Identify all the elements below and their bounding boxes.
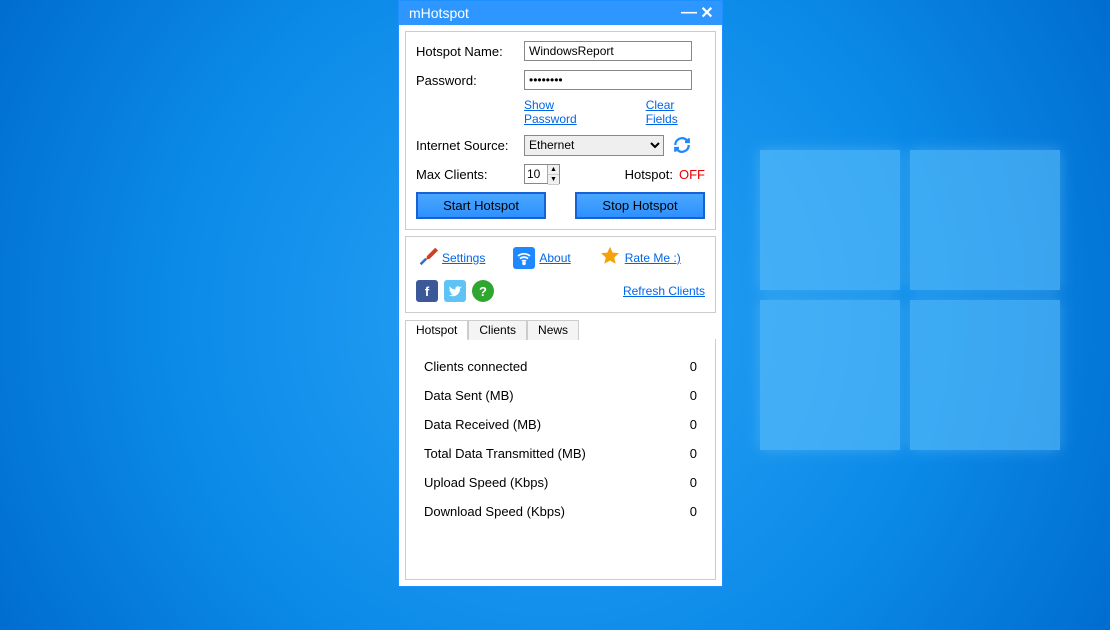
config-panel: Hotspot Name: Password: Show Password Cl…	[405, 31, 716, 230]
settings-link[interactable]: Settings	[442, 251, 485, 265]
stats-list: Clients connected0 Data Sent (MB)0 Data …	[406, 339, 715, 579]
close-button[interactable]: ✕	[698, 4, 716, 22]
tabbar: Hotspot Clients News	[405, 320, 716, 340]
settings-icon	[416, 245, 438, 270]
max-clients-input[interactable]	[525, 165, 547, 183]
stop-hotspot-button[interactable]: Stop Hotspot	[575, 192, 705, 219]
tab-news[interactable]: News	[527, 320, 579, 340]
twitter-icon[interactable]	[444, 280, 466, 302]
internet-source-select[interactable]: Ethernet	[524, 135, 664, 156]
clear-fields-link[interactable]: Clear Fields	[646, 98, 705, 126]
app-window: mHotspot — ✕ Hotspot Name: Password: Sho…	[398, 0, 723, 587]
wifi-icon	[513, 247, 535, 269]
tab-clients[interactable]: Clients	[468, 320, 527, 340]
hotspot-name-input[interactable]	[524, 41, 692, 61]
minimize-button[interactable]: —	[680, 4, 698, 22]
facebook-icon[interactable]: f	[416, 280, 438, 302]
tab-hotspot[interactable]: Hotspot	[405, 320, 468, 340]
max-clients-spinner[interactable]: ▲▼	[524, 164, 560, 184]
refresh-source-icon[interactable]	[672, 135, 692, 155]
hotspot-name-label: Hotspot Name:	[416, 44, 524, 59]
spinner-up[interactable]: ▲	[548, 165, 559, 175]
links-panel: Settings About Rate Me :) f ? Ref	[405, 236, 716, 313]
windows-logo	[760, 150, 1060, 450]
stat-row: Clients connected0	[424, 359, 697, 374]
stat-row: Data Received (MB)0	[424, 417, 697, 432]
max-clients-label: Max Clients:	[416, 167, 524, 182]
window-title: mHotspot	[409, 5, 680, 21]
stat-row: Data Sent (MB)0	[424, 388, 697, 403]
password-label: Password:	[416, 73, 524, 88]
tab-content: Clients connected0 Data Sent (MB)0 Data …	[405, 339, 716, 580]
hotspot-status-label: Hotspot:	[625, 167, 673, 182]
rate-link[interactable]: Rate Me :)	[625, 251, 681, 265]
show-password-link[interactable]: Show Password	[524, 98, 604, 126]
password-input[interactable]	[524, 70, 692, 90]
spinner-down[interactable]: ▼	[548, 175, 559, 185]
help-icon[interactable]: ?	[472, 280, 494, 302]
stat-row: Upload Speed (Kbps)0	[424, 475, 697, 490]
refresh-clients-link[interactable]: Refresh Clients	[623, 284, 705, 298]
titlebar[interactable]: mHotspot — ✕	[399, 1, 722, 25]
stat-row: Download Speed (Kbps)0	[424, 504, 697, 519]
star-icon	[599, 245, 621, 270]
about-link[interactable]: About	[539, 251, 570, 265]
start-hotspot-button[interactable]: Start Hotspot	[416, 192, 546, 219]
hotspot-status-value: OFF	[679, 167, 705, 182]
stat-row: Total Data Transmitted (MB)0	[424, 446, 697, 461]
internet-source-label: Internet Source:	[416, 138, 524, 153]
